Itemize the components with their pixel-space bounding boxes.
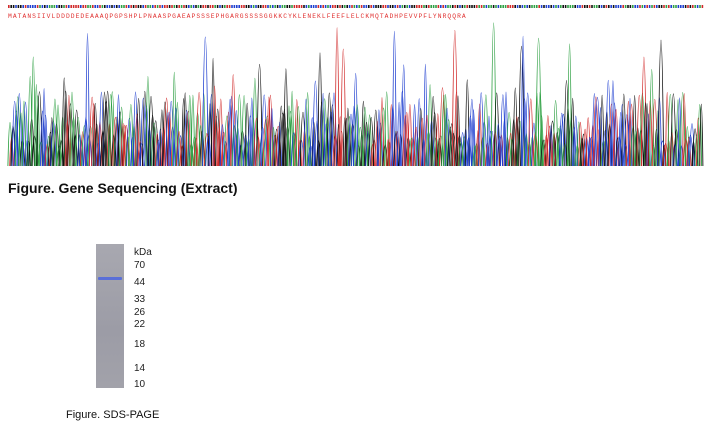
marker-14: 14 bbox=[134, 363, 146, 374]
base-call-row bbox=[8, 5, 704, 8]
marker-22: 22 bbox=[134, 319, 146, 330]
sds-page-gel-lane bbox=[96, 244, 124, 388]
sequencing-figure-title: Figure. Gene Sequencing (Extract) bbox=[8, 180, 238, 196]
marker-10: 10 bbox=[134, 379, 146, 390]
kda-unit-label: kDa bbox=[134, 247, 152, 258]
sds-page-caption: Figure. SDS-PAGE bbox=[66, 409, 160, 421]
protein-band bbox=[98, 277, 122, 280]
marker-18: 18 bbox=[134, 339, 146, 350]
marker-70: 70 bbox=[134, 260, 146, 271]
sequencing-chromatogram: MATANSIIVLDDDDEDEAAAQPGPSHPLPNAASPGAEAPS… bbox=[7, 5, 704, 167]
protein-sequence-text: MATANSIIVLDDDDEDEAAAQPGPSHPLPNAASPGAEAPS… bbox=[8, 13, 467, 20]
marker-26: 26 bbox=[134, 307, 146, 318]
marker-44: 44 bbox=[134, 277, 146, 288]
marker-33: 33 bbox=[134, 294, 146, 305]
chromatogram-traces bbox=[7, 22, 704, 167]
